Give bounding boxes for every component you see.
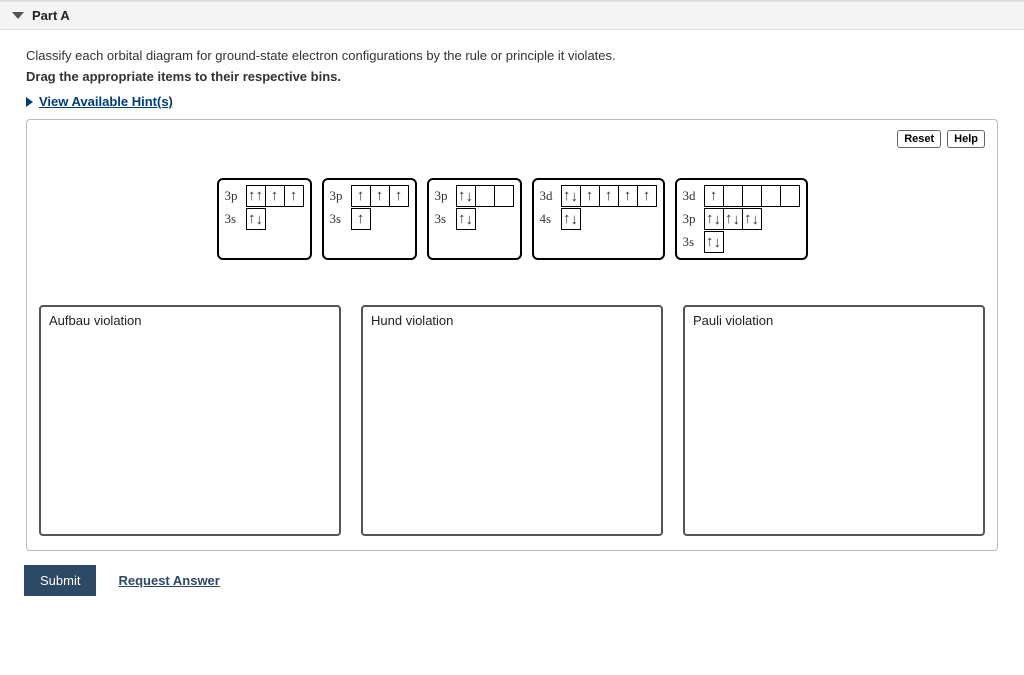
reset-button[interactable]: Reset bbox=[897, 130, 941, 148]
orbital-row: 3d ↑ bbox=[683, 185, 800, 207]
orbital-label: 3d bbox=[683, 188, 699, 204]
orbital-label: 3s bbox=[683, 234, 699, 250]
orbital-set: ↑↓ bbox=[456, 185, 514, 207]
orbital-row: 3p↑↓↑↓↑↓ bbox=[683, 208, 800, 230]
bin-pauli[interactable]: Pauli violation bbox=[683, 305, 985, 536]
orbital-box: ↑↑ bbox=[246, 185, 266, 207]
orbital-card[interactable]: 3d↑↓↑↑↑↑4s↑↓ bbox=[532, 178, 665, 260]
orbital-card[interactable]: 3d↑3p↑↓↑↓↑↓3s↑↓ bbox=[675, 178, 808, 260]
orbital-box bbox=[762, 185, 781, 207]
orbital-box bbox=[743, 185, 762, 207]
orbital-row: 3s ↑↓ bbox=[225, 208, 304, 230]
orbital-label: 3d bbox=[540, 188, 556, 204]
orbital-label: 3s bbox=[225, 211, 241, 227]
orbital-label: 3s bbox=[435, 211, 451, 227]
orbital-box bbox=[724, 185, 743, 207]
bin-label: Hund violation bbox=[371, 313, 653, 328]
drag-instruction: Drag the appropriate items to their resp… bbox=[26, 69, 998, 84]
orbital-label: 4s bbox=[540, 211, 556, 227]
orbital-box: ↑ bbox=[371, 185, 390, 207]
orbital-set: ↑ bbox=[704, 185, 800, 207]
orbital-box: ↑ bbox=[600, 185, 619, 207]
orbital-label: 3p bbox=[225, 188, 241, 204]
orbital-label: 3p bbox=[683, 211, 699, 227]
orbital-row: 3s ↑ bbox=[330, 208, 409, 230]
orbital-set: ↑↓ bbox=[561, 208, 581, 230]
orbital-set: ↑↓ bbox=[704, 231, 724, 253]
orbital-box: ↑↓ bbox=[704, 231, 724, 253]
orbital-box: ↑ bbox=[638, 185, 657, 207]
orbital-box bbox=[495, 185, 514, 207]
orbital-box: ↑ bbox=[581, 185, 600, 207]
orbital-box: ↑↓ bbox=[743, 208, 762, 230]
work-area: Reset Help 3p↑↑↑↑3s↑↓3p↑↑↑3s↑3p↑↓3s↑↓3d↑… bbox=[26, 119, 998, 551]
orbital-row: 3d↑↓↑↑↑↑ bbox=[540, 185, 657, 207]
orbital-row: 3s ↑↓ bbox=[435, 208, 514, 230]
orbital-box: ↑↓ bbox=[456, 185, 476, 207]
orbital-set: ↑↓↑↑↑↑ bbox=[561, 185, 657, 207]
orbital-row: 3s ↑↓ bbox=[683, 231, 800, 253]
orbital-set: ↑↓ bbox=[456, 208, 476, 230]
orbital-card[interactable]: 3p ↑↓ 3s ↑↓ bbox=[427, 178, 522, 260]
orbital-box: ↑↓ bbox=[724, 208, 743, 230]
part-title: Part A bbox=[32, 8, 70, 23]
submit-button[interactable]: Submit bbox=[24, 565, 96, 596]
orbital-box: ↑ bbox=[704, 185, 724, 207]
orbital-box: ↑↓ bbox=[561, 185, 581, 207]
bin-aufbau[interactable]: Aufbau violation bbox=[39, 305, 341, 536]
orbital-row: 3p↑↑↑↑ bbox=[225, 185, 304, 207]
bin-hund[interactable]: Hund violation bbox=[361, 305, 663, 536]
bin-label: Aufbau violation bbox=[49, 313, 331, 328]
request-answer-link[interactable]: Request Answer bbox=[118, 573, 219, 588]
orbital-set: ↑ bbox=[351, 208, 371, 230]
orbital-box: ↑↓ bbox=[456, 208, 476, 230]
orbital-box: ↑ bbox=[266, 185, 285, 207]
orbital-row: 3p↑↑↑ bbox=[330, 185, 409, 207]
chevron-down-icon bbox=[12, 12, 24, 19]
question-prompt: Classify each orbital diagram for ground… bbox=[26, 48, 998, 63]
orbital-box: ↑ bbox=[285, 185, 304, 207]
orbital-label: 3s bbox=[330, 211, 346, 227]
draggable-items-row: 3p↑↑↑↑3s↑↓3p↑↑↑3s↑3p↑↓3s↑↓3d↑↓↑↑↑↑4s↑↓3d… bbox=[39, 178, 985, 260]
orbital-box: ↑↓ bbox=[246, 208, 266, 230]
hints-label: View Available Hint(s) bbox=[39, 94, 173, 109]
orbital-row: 3p ↑↓ bbox=[435, 185, 514, 207]
orbital-set: ↑↓ bbox=[246, 208, 266, 230]
orbital-row: 4s ↑↓ bbox=[540, 208, 657, 230]
orbital-box: ↑ bbox=[390, 185, 409, 207]
orbital-label: 3p bbox=[330, 188, 346, 204]
part-header[interactable]: Part A bbox=[0, 1, 1024, 30]
orbital-box: ↑ bbox=[619, 185, 638, 207]
bin-label: Pauli violation bbox=[693, 313, 975, 328]
view-hints-toggle[interactable]: View Available Hint(s) bbox=[26, 94, 998, 109]
orbital-box bbox=[476, 185, 495, 207]
help-button[interactable]: Help bbox=[947, 130, 985, 148]
orbital-box bbox=[781, 185, 800, 207]
orbital-set: ↑↑↑↑ bbox=[246, 185, 304, 207]
orbital-set: ↑↓↑↓↑↓ bbox=[704, 208, 762, 230]
orbital-box: ↑ bbox=[351, 208, 371, 230]
orbital-box: ↑↓ bbox=[704, 208, 724, 230]
orbital-label: 3p bbox=[435, 188, 451, 204]
chevron-right-icon bbox=[26, 97, 33, 107]
orbital-set: ↑↑↑ bbox=[351, 185, 409, 207]
orbital-card[interactable]: 3p↑↑↑↑3s↑↓ bbox=[217, 178, 312, 260]
orbital-box: ↑↓ bbox=[561, 208, 581, 230]
orbital-box: ↑ bbox=[351, 185, 371, 207]
orbital-card[interactable]: 3p↑↑↑3s↑ bbox=[322, 178, 417, 260]
